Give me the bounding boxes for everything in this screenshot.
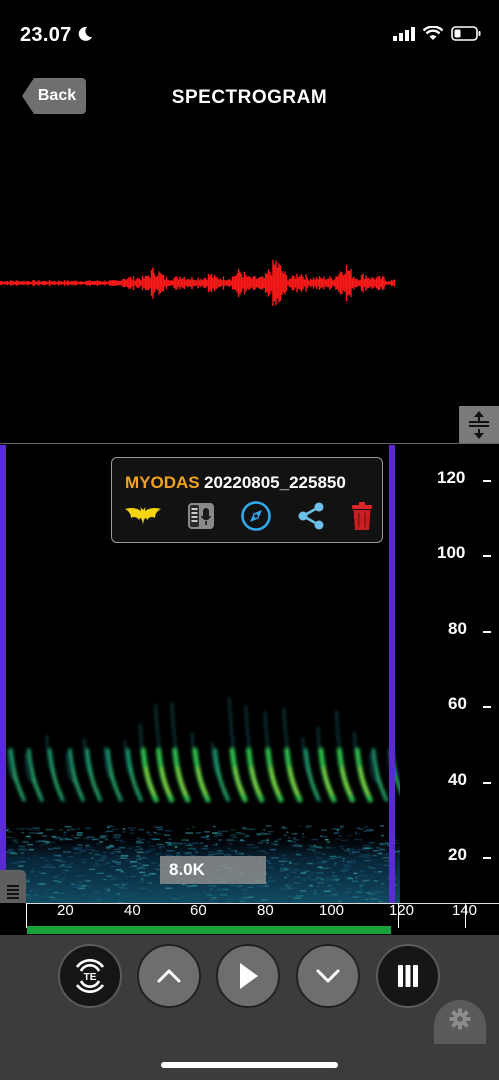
x-tick-label: 80	[257, 902, 274, 919]
bat-calls	[7, 697, 400, 803]
settings-button[interactable]	[434, 1000, 486, 1044]
time-expansion-icon: TE	[75, 959, 105, 993]
waveform-view	[0, 260, 396, 306]
detector-icon[interactable]	[186, 501, 216, 536]
y-tick	[483, 631, 491, 633]
moon-icon	[77, 24, 93, 46]
gear-icon	[449, 1008, 471, 1030]
end-marker[interactable]	[389, 445, 395, 903]
y-tick	[483, 480, 491, 482]
x-tick-label: 20	[57, 902, 74, 919]
wifi-icon	[422, 25, 444, 46]
waveform-trace	[0, 260, 396, 306]
frequency-readout: 8.0K	[160, 856, 266, 884]
battery-icon	[451, 26, 481, 46]
x-tick-label: 40	[124, 902, 141, 919]
info-actions	[124, 500, 374, 537]
status-time: 23.07	[20, 24, 93, 47]
filename-label: 20220805_225850	[204, 473, 346, 492]
compass-icon[interactable]	[240, 500, 272, 537]
chevron-down-icon	[316, 969, 340, 983]
play-button[interactable]	[216, 944, 280, 1008]
y-tick-label: 100	[437, 543, 466, 562]
y-tick	[483, 857, 491, 859]
share-icon[interactable]	[296, 501, 326, 536]
divider	[0, 443, 499, 444]
pause-button[interactable]	[376, 944, 440, 1008]
x-tick-label: 120	[389, 902, 415, 919]
species-label: MYODAS	[125, 473, 200, 492]
play-icon	[240, 963, 258, 989]
y-tick-label: 20	[448, 845, 467, 864]
y-tick	[483, 555, 491, 557]
start-marker[interactable]	[0, 445, 6, 903]
signal-icon	[393, 26, 415, 46]
x-tick-label: 100	[319, 902, 345, 919]
bars-icon	[398, 965, 418, 987]
resize-handle[interactable]	[459, 406, 499, 444]
te-button[interactable]: TE	[58, 944, 122, 1008]
y-tick-label: 120	[437, 468, 466, 487]
recording-info-panel: MYODAS 20220805_225850	[111, 457, 383, 543]
y-tick-label: 60	[448, 694, 467, 713]
y-tick	[483, 782, 491, 784]
up-button[interactable]	[137, 944, 201, 1008]
y-tick-label: 80	[448, 619, 467, 638]
resize-icon	[469, 411, 489, 439]
y-tick	[483, 706, 491, 708]
x-tick-label: 60	[190, 902, 207, 919]
playback-range-bar	[27, 926, 391, 934]
bat-icon[interactable]	[124, 505, 162, 532]
x-tick	[26, 903, 27, 928]
home-indicator	[161, 1062, 338, 1068]
te-label: TE	[84, 972, 97, 983]
grip-icon	[7, 885, 19, 899]
y-tick-label: 40	[448, 770, 467, 789]
down-button[interactable]	[296, 944, 360, 1008]
x-tick-label: 140	[452, 902, 478, 919]
chevron-up-icon	[157, 969, 181, 983]
status-icons	[393, 25, 481, 46]
page-title: SPECTROGRAM	[171, 87, 328, 108]
trash-icon[interactable]	[350, 501, 374, 536]
